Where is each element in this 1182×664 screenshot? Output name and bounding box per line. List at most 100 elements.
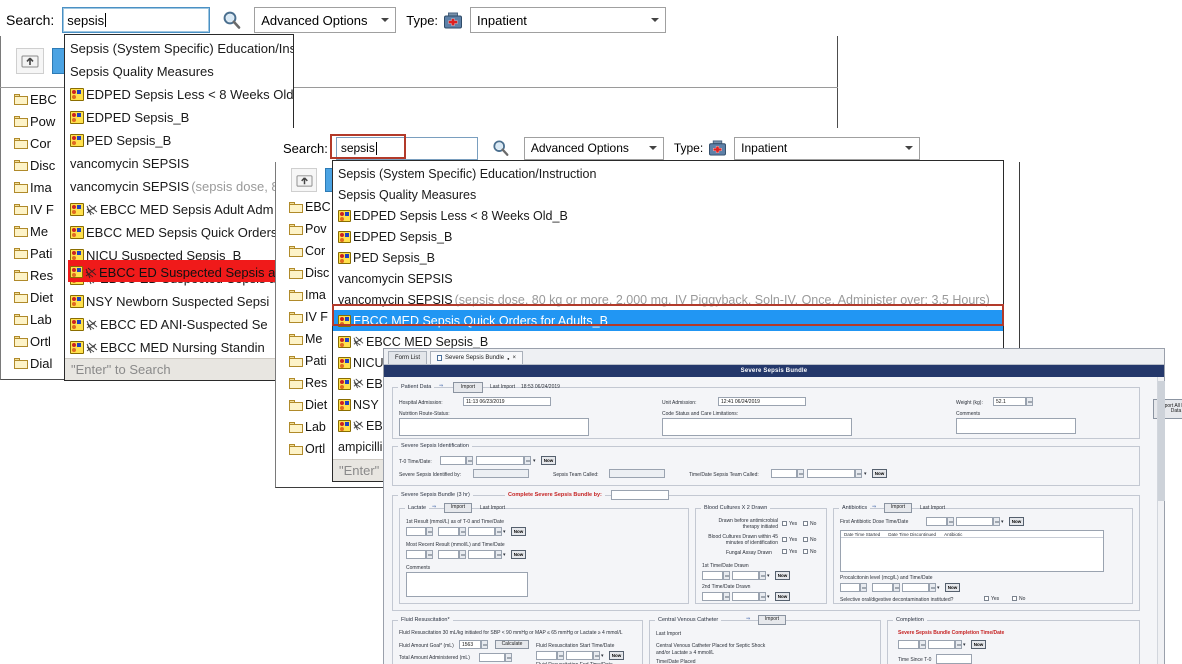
search-icon[interactable] <box>492 139 510 157</box>
tree-folder-row[interactable]: Ima <box>14 176 66 198</box>
advanced-options-dropdown[interactable]: Advanced Options <box>523 136 664 160</box>
first-antibiotic-arrow[interactable]: ▾ <box>1001 519 1004 525</box>
lactate-first-arrow[interactable]: ▾ <box>503 529 506 535</box>
tree-folder-row[interactable]: Cor <box>14 132 66 154</box>
search-input[interactable]: sepsis <box>62 7 211 33</box>
tree-folder-row[interactable]: Ortl <box>14 330 66 352</box>
time-team-called-time-spinner[interactable] <box>797 469 804 478</box>
procalcitonin-arrow[interactable]: ▾ <box>937 585 940 591</box>
type-dropdown[interactable]: Inpatient <box>470 7 667 33</box>
second-culture-arrow[interactable]: ▾ <box>767 594 770 600</box>
lactate-first-now-button[interactable]: Now <box>511 527 526 536</box>
dropdown-item[interactable]: EBCC MED Sepsis Adult Adm <box>65 198 293 221</box>
t0-date-input[interactable] <box>476 456 524 465</box>
hospital-admission-input[interactable]: 11:13 06/23/2019 <box>463 397 551 406</box>
tree-folder-row[interactable]: Lab <box>14 308 66 330</box>
patient-data-import-button[interactable]: Import <box>453 382 483 393</box>
lactate-first-time-spinner[interactable] <box>459 527 466 536</box>
t0-dropdown-arrow[interactable]: ▾ <box>533 458 536 464</box>
bundle-completion-time-input[interactable] <box>898 640 919 649</box>
fluid-goal-spinner[interactable] <box>481 640 488 649</box>
time-team-called-arrow[interactable]: ▾ <box>864 471 867 477</box>
lactate-import-button[interactable]: Import <box>444 503 472 513</box>
tree-folder-row[interactable]: Pow <box>14 110 66 132</box>
tree-folder-row[interactable]: Res <box>14 264 66 286</box>
unit-admission-input[interactable]: 12:41 06/24/2019 <box>718 397 806 406</box>
tree-folder-row[interactable]: Disc <box>14 154 66 176</box>
dropdown-item[interactable]: Sepsis Quality Measures <box>65 60 293 83</box>
dropdown-item[interactable]: EBCC MED Sepsis Quick Orders <box>65 221 293 244</box>
drawn-before-no-checkbox[interactable] <box>803 521 808 526</box>
time-team-called-time-input[interactable] <box>771 469 797 478</box>
lactate-recent-date-input[interactable] <box>468 550 495 559</box>
first-antibiotic-time-input[interactable] <box>926 517 947 526</box>
fluid-start-time-input[interactable] <box>536 651 557 660</box>
time-team-called-date-input[interactable] <box>807 469 855 478</box>
lactate-first-result-input[interactable] <box>406 527 426 536</box>
bundle-completion-date-spinner[interactable] <box>955 640 962 649</box>
dropdown-item[interactable]: vancomycin SEPSIS <box>65 152 293 175</box>
lactate-recent-arrow[interactable]: ▾ <box>503 552 506 558</box>
dropdown-item[interactable]: EDPED Sepsis_B <box>333 226 1003 247</box>
identified-by-select[interactable] <box>473 469 529 478</box>
tab-severe-sepsis-bundle[interactable]: Severe Sepsis Bundle ● × <box>430 351 523 364</box>
patient-comments-input[interactable] <box>956 418 1076 434</box>
first-antibiotic-now-button[interactable]: Now <box>1009 517 1024 526</box>
procalcitonin-value-input[interactable] <box>840 583 860 592</box>
lactate-recent-time-input[interactable] <box>438 550 459 559</box>
procalcitonin-date-spinner[interactable] <box>929 583 936 592</box>
procalcitonin-value-spinner[interactable] <box>860 583 867 592</box>
fluid-total-input[interactable] <box>479 653 505 662</box>
cultures-45min-yes-checkbox[interactable] <box>782 537 787 542</box>
form-scrollbar-track[interactable] <box>1157 377 1165 664</box>
bundle-completion-arrow[interactable]: ▾ <box>963 642 966 648</box>
up-folder-button[interactable] <box>291 168 317 192</box>
search-icon[interactable] <box>222 10 242 30</box>
antibiotics-import-button[interactable]: Import <box>884 503 912 513</box>
fluid-calculate-button[interactable]: Calculate <box>495 640 529 649</box>
form-scrollbar-thumb[interactable] <box>1158 381 1165 501</box>
dropdown-item[interactable]: EBCC ED ANI-Suspected Se <box>65 313 293 336</box>
dropdown-item[interactable]: EDPED Sepsis Less < 8 Weeks Old_B <box>65 83 293 106</box>
procalcitonin-time-input[interactable] <box>872 583 893 592</box>
bundle-completion-time-spinner[interactable] <box>919 640 926 649</box>
fluid-start-date-spinner[interactable] <box>593 651 600 660</box>
fluid-goal-input[interactable]: 1563 <box>459 640 481 649</box>
tree-folder-row[interactable]: Pati <box>14 242 66 264</box>
procalcitonin-time-spinner[interactable] <box>893 583 900 592</box>
first-antibiotic-date-input[interactable] <box>956 517 993 526</box>
lactate-recent-result-input[interactable] <box>406 550 426 559</box>
type-dropdown[interactable]: Inpatient <box>734 136 921 160</box>
bundle-completion-now-button[interactable]: Now <box>971 640 986 649</box>
drawn-before-yes-checkbox[interactable] <box>782 521 787 526</box>
time-since-t0-input[interactable] <box>936 654 972 664</box>
weight-spinner[interactable] <box>1026 397 1033 406</box>
first-antibiotic-time-spinner[interactable] <box>947 517 954 526</box>
first-culture-date-input[interactable] <box>732 571 759 580</box>
cvc-import-button[interactable]: Import <box>758 615 786 625</box>
tab-form-list[interactable]: Form List <box>388 351 428 364</box>
dropdown-item[interactable]: EDPED Sepsis_B <box>65 106 293 129</box>
tree-folder-row[interactable]: Me <box>14 220 66 242</box>
procalcitonin-date-input[interactable] <box>902 583 929 592</box>
first-culture-arrow[interactable]: ▾ <box>767 573 770 579</box>
lactate-first-result-spinner[interactable] <box>426 527 433 536</box>
dropdown-item[interactable]: PED Sepsis_B <box>65 129 293 152</box>
dropdown-item[interactable]: Sepsis Quality Measures <box>333 184 1003 205</box>
tree-folder-row[interactable]: Diet <box>14 286 66 308</box>
bundle-completion-date-input[interactable] <box>928 640 955 649</box>
time-team-called-now-button[interactable]: Now <box>872 469 887 478</box>
first-culture-now-button[interactable]: Now <box>775 571 790 580</box>
dropdown-item[interactable]: EDPED Sepsis Less < 8 Weeks Old_B <box>333 205 1003 226</box>
dropdown-item[interactable]: EBCC MED Nursing Standin <box>65 336 293 359</box>
fungal-assay-no-checkbox[interactable] <box>803 549 808 554</box>
t0-date-spinner[interactable] <box>524 456 531 465</box>
dropdown-item[interactable]: NSY Newborn Suspected Sepsi <box>65 290 293 313</box>
weight-input[interactable]: 52.1 <box>993 397 1026 406</box>
second-culture-date-input[interactable] <box>732 592 759 601</box>
code-status-input[interactable] <box>662 418 852 436</box>
advanced-options-dropdown[interactable]: Advanced Options <box>254 7 397 33</box>
second-culture-time-input[interactable] <box>702 592 723 601</box>
dropdown-item[interactable]: Sepsis (System Specific) Education/Instr… <box>65 37 293 60</box>
lactate-comments-input[interactable] <box>406 572 528 597</box>
